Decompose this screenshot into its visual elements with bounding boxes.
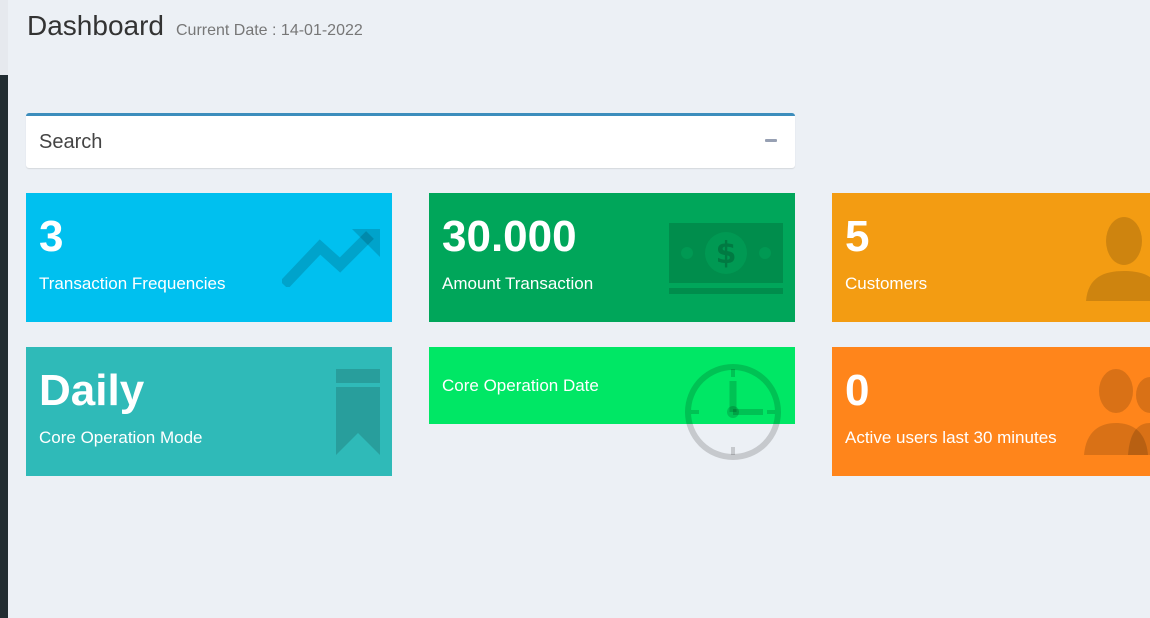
stat-box-transaction-frequencies[interactable]: 3 Transaction Frequencies — [26, 193, 392, 322]
clock-icon — [685, 364, 781, 460]
stat-value: 30.000 — [442, 212, 577, 261]
search-panel-title: Search — [39, 131, 103, 153]
users-icon — [1084, 369, 1150, 455]
stat-label: Transaction Frequencies — [39, 274, 226, 293]
stat-label: Active users last 30 minutes — [845, 428, 1057, 447]
sidebar-top — [0, 0, 8, 75]
stat-box-core-operation-mode[interactable]: Daily Core Operation Mode — [26, 347, 392, 476]
stat-value: 5 — [845, 212, 870, 261]
money-icon: $ — [669, 223, 783, 294]
stat-label: Core Operation Date — [442, 376, 599, 395]
line-chart-icon — [282, 229, 380, 287]
svg-text:$: $ — [716, 236, 737, 271]
stat-box-active-users[interactable]: 0 Active users last 30 minutes — [832, 347, 1150, 476]
stat-label: Amount Transaction — [442, 274, 594, 293]
page-title: Dashboard — [27, 10, 164, 41]
stat-value: 0 — [845, 366, 870, 415]
stat-label: Core Operation Mode — [39, 428, 203, 447]
minus-icon[interactable] — [765, 139, 777, 142]
user-icon — [1086, 217, 1150, 301]
bookmark-icon — [336, 369, 380, 455]
page-header: Dashboard Current Date : 14-01-2022 — [27, 10, 363, 42]
stat-value: Daily — [39, 366, 145, 415]
stat-box-core-operation-date[interactable]: Core Operation Date — [429, 347, 795, 460]
stat-box-amount-transaction[interactable]: 30.000 Amount Transaction $ — [429, 193, 795, 322]
main-content: Dashboard Current Date : 14-01-2022 Sear… — [8, 0, 1150, 618]
current-date: Current Date : 14-01-2022 — [175, 22, 363, 39]
stat-value: 3 — [39, 212, 64, 261]
search-panel: Search — [26, 113, 795, 168]
sidebar-edge — [0, 75, 8, 618]
stat-box-customers[interactable]: 5 Customers — [832, 193, 1150, 322]
stat-label: Customers — [845, 274, 928, 293]
